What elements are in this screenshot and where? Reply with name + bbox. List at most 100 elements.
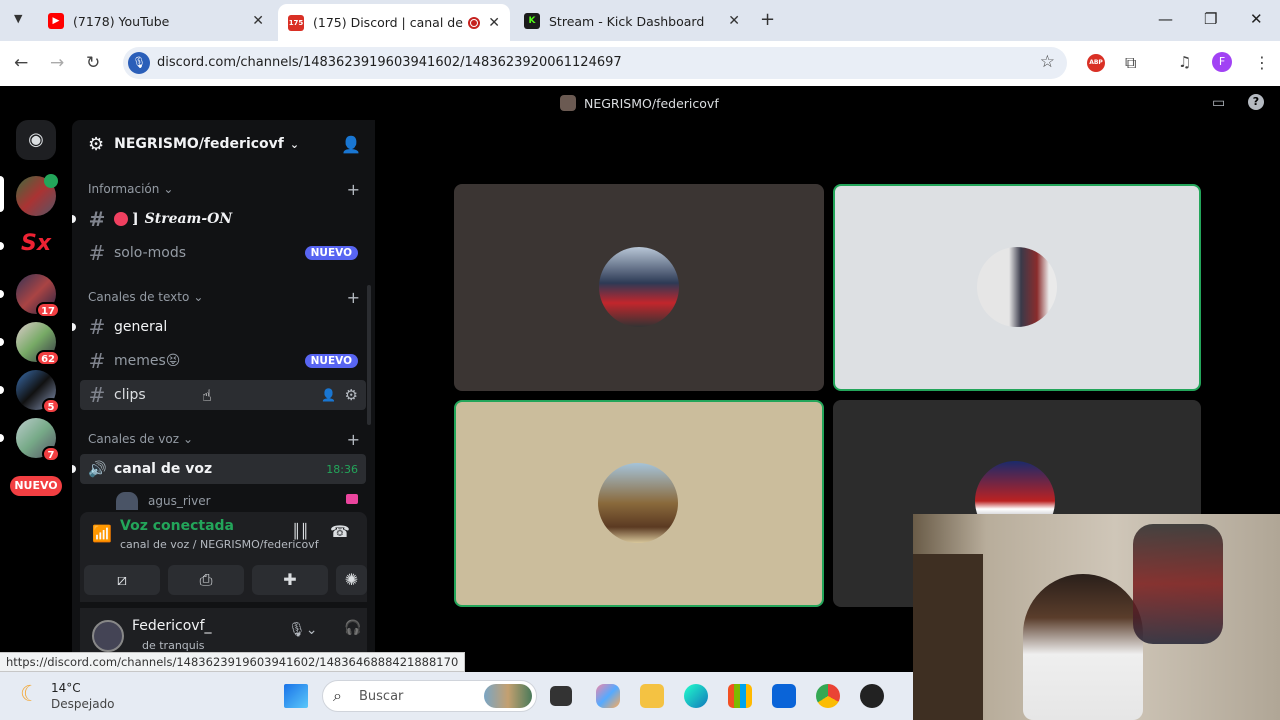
activities-icon: ✚: [283, 570, 297, 589]
task-view-icon[interactable]: [550, 686, 572, 706]
chevron-down-icon: ⌄: [289, 137, 300, 151]
server-icon[interactable]: 5: [16, 370, 60, 414]
weather-temp[interactable]: 14°C: [51, 681, 81, 695]
discord-home-icon[interactable]: ◉: [16, 120, 56, 160]
invite-icon[interactable]: 👤: [341, 135, 361, 154]
bookmark-star-icon[interactable]: ☆: [1040, 52, 1055, 72]
participant-tile-speaking[interactable]: [833, 184, 1201, 391]
username[interactable]: Federicovf_: [132, 618, 212, 634]
create-invite-icon[interactable]: 👤: [321, 388, 336, 402]
address-bar[interactable]: 🎙 discord.com/channels/14836239196039416…: [123, 47, 1067, 79]
hash-icon: #: [88, 349, 106, 373]
url-text: discord.com/channels/1483623919603941602…: [157, 55, 622, 70]
channel-settings-icon[interactable]: ⚙: [345, 386, 358, 404]
add-channel-icon[interactable]: +: [347, 430, 360, 449]
back-icon[interactable]: ←: [14, 53, 28, 73]
category-label: Canales de voz: [88, 432, 180, 446]
chrome-icon[interactable]: [816, 684, 840, 708]
tab-youtube[interactable]: ▶ (7178) YouTube ✕: [38, 6, 274, 36]
reload-icon[interactable]: ↻: [86, 53, 100, 73]
camera-off-icon: ⧄: [116, 570, 128, 589]
category-informacion[interactable]: Información ⌄ +: [88, 180, 360, 199]
server-icon-negrismo[interactable]: [16, 174, 58, 216]
new-tab-icon[interactable]: +: [760, 9, 775, 30]
tab-discord[interactable]: 175 (175) Discord | canal de voz ✕: [278, 4, 510, 41]
channel-solo-mods[interactable]: # solo-mods NUEVO: [80, 238, 366, 268]
mention-badge: 62: [36, 350, 60, 366]
unread-indicator: [72, 465, 76, 473]
activities-button[interactable]: ✚: [252, 565, 328, 595]
guild-header[interactable]: ⚙ NEGRISMO/federicovf ⌄ 👤: [72, 120, 375, 168]
forward-icon[interactable]: →: [50, 53, 64, 73]
soundboard-button[interactable]: ✺: [336, 565, 367, 595]
voice-status-subtitle[interactable]: canal de voz / NEGRISMO/federicovf: [120, 538, 319, 551]
channel-stream-on[interactable]: # ] Stream-ON: [72, 204, 366, 234]
close-tab-icon[interactable]: ✕: [488, 15, 500, 31]
channel-clips[interactable]: # clips 👤 ⚙ ☝: [80, 380, 366, 410]
close-tab-icon[interactable]: ✕: [728, 13, 740, 29]
voice-member-row[interactable]: agus_river: [116, 492, 358, 510]
participant-tile-speaking[interactable]: [454, 400, 824, 607]
close-tab-icon[interactable]: ✕: [252, 13, 264, 29]
tab-title: (7178) YouTube: [73, 13, 170, 29]
server-icon[interactable]: 7: [16, 418, 60, 462]
help-icon[interactable]: ?: [1248, 94, 1264, 110]
outlook-icon[interactable]: [772, 684, 796, 708]
inbox-icon[interactable]: ▭: [1212, 95, 1225, 111]
tab-kick[interactable]: K Stream - Kick Dashboard ✕: [514, 6, 750, 36]
kick-icon: K: [524, 13, 540, 29]
weather-moon-icon[interactable]: ☾: [20, 682, 40, 707]
menu-dots-icon[interactable]: ⋮: [1254, 53, 1270, 72]
camera-button[interactable]: ⧄: [84, 565, 160, 595]
channel-canal-de-voz[interactable]: 🔊 canal de voz 18:36: [72, 454, 366, 484]
hash-icon: #: [88, 383, 106, 407]
taskbar-search[interactable]: ⌕ Buscar: [322, 680, 537, 712]
discord-tab-icon: 175: [288, 14, 304, 31]
browser-tab-bar: ▼ ▶ (7178) YouTube ✕ 175 (175) Discord |…: [0, 0, 1280, 41]
windows-start-icon[interactable]: [284, 684, 308, 708]
obs-icon[interactable]: [860, 684, 884, 708]
edge-icon[interactable]: [684, 684, 708, 708]
server-mini-icon: [560, 95, 576, 111]
new-servers-badge[interactable]: NUEVO: [10, 476, 62, 496]
copilot-icon[interactable]: [596, 684, 620, 708]
participant-tile[interactable]: [454, 184, 824, 391]
category-canales-voz[interactable]: Canales de voz ⌄ +: [88, 430, 360, 449]
mouse-cursor-icon: ☝: [202, 386, 212, 405]
close-window-icon[interactable]: ✕: [1250, 10, 1263, 28]
unread-pill: [0, 242, 4, 250]
channel-sidebar: ⚙ NEGRISMO/federicovf ⌄ 👤 Información ⌄ +…: [72, 120, 375, 672]
voice-status-title[interactable]: Voz conectada: [120, 518, 234, 534]
mic-icon[interactable]: 🎙⌄: [288, 622, 318, 638]
webcam-overlay: [913, 514, 1280, 720]
hash-icon: #: [88, 241, 106, 265]
noise-suppression-icon[interactable]: ║║: [292, 524, 309, 540]
adblock-icon[interactable]: ABP: [1087, 54, 1105, 72]
extensions-icon[interactable]: ⧉: [1125, 53, 1136, 73]
channel-memes[interactable]: # memes 😝 NUEVO: [80, 346, 366, 376]
server-icon-sx[interactable]: Sx: [16, 224, 56, 264]
add-channel-icon[interactable]: +: [347, 288, 360, 307]
voice-duration: 18:36: [326, 462, 358, 476]
avatar[interactable]: [92, 620, 124, 652]
tab-title: Stream - Kick Dashboard: [549, 13, 705, 29]
channel-general[interactable]: # general: [72, 312, 366, 342]
minimize-icon[interactable]: —: [1158, 10, 1173, 28]
server-icon[interactable]: 62: [16, 322, 60, 366]
scrollbar[interactable]: [367, 285, 371, 425]
restore-icon[interactable]: ❐: [1204, 10, 1217, 28]
tab-search-icon[interactable]: ▼: [14, 12, 22, 25]
profile-avatar[interactable]: F: [1212, 52, 1232, 72]
media-control-icon[interactable]: ♫: [1178, 53, 1191, 71]
disconnect-icon[interactable]: ☎: [330, 522, 350, 541]
webcam-person: [1023, 574, 1143, 720]
headphones-icon[interactable]: 🎧: [344, 620, 361, 636]
server-icon[interactable]: 17: [16, 274, 60, 318]
screen-share-button[interactable]: ⎙: [168, 565, 244, 595]
file-explorer-icon[interactable]: [640, 684, 664, 708]
mic-site-icon[interactable]: 🎙: [128, 52, 150, 74]
store-icon[interactable]: [728, 684, 752, 708]
add-channel-icon[interactable]: +: [347, 180, 360, 199]
avatar: [599, 247, 679, 327]
category-canales-texto[interactable]: Canales de texto ⌄ +: [88, 288, 360, 307]
